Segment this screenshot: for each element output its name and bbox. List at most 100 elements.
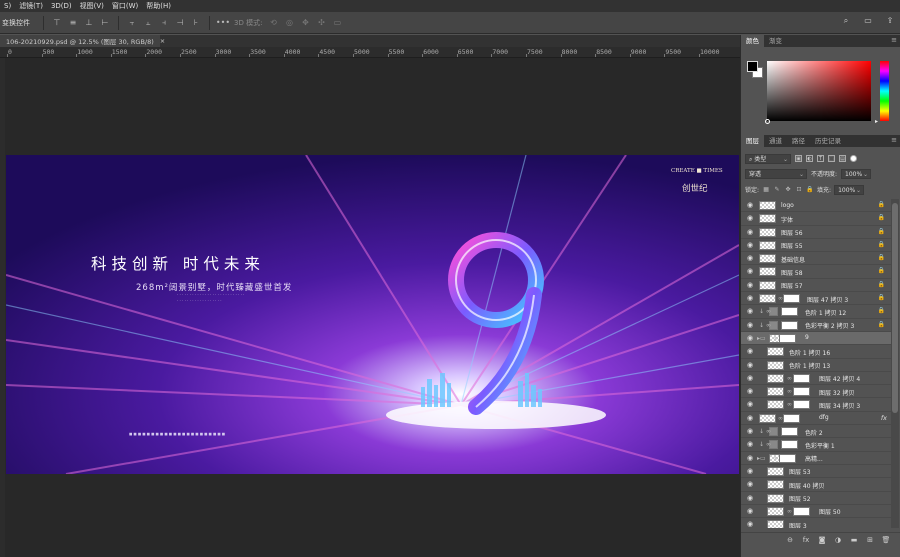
blend-mode-dropdown[interactable]: 穿透 ⌄	[745, 168, 807, 179]
layers-list[interactable]: ◉ logo 🔒 ◉ 字体 🔒 ◉ 图层 56 🔒 ◉ 图层 55 🔒 ◉ 基础信息 🔒 ◉ 图层 58 🔒 ◉ 图层…	[741, 199, 891, 528]
layer-thumbnail[interactable]	[759, 267, 776, 277]
layer-name[interactable]: 基础信息	[781, 255, 805, 264]
tab-paths[interactable]: 路径	[787, 135, 810, 147]
visibility-eye-icon[interactable]: ◉	[747, 374, 753, 382]
layer-mask-thumbnail[interactable]	[793, 373, 810, 383]
layer-row[interactable]: ◉ ↓ ∞ 色阶 1 拷贝 12 🔒	[741, 305, 891, 319]
layer-row[interactable]: ◉ 色阶 1 拷贝 16	[741, 345, 891, 359]
menu-select[interactable]: S)	[4, 2, 11, 10]
add-style-icon[interactable]: fx	[801, 535, 811, 545]
visibility-eye-icon[interactable]: ◉	[747, 414, 753, 422]
visibility-eye-icon[interactable]: ◉	[747, 467, 753, 475]
layer-row[interactable]: ◉ 图层 57 🔒	[741, 278, 891, 293]
share-icon[interactable]: ⇪	[885, 16, 895, 26]
layer-name[interactable]: 色阶 1 拷贝 16	[789, 348, 830, 357]
layer-thumbnail[interactable]	[767, 400, 784, 410]
layer-name[interactable]: 图层 55	[781, 241, 803, 250]
layer-thumbnail[interactable]	[759, 294, 776, 304]
layer-name[interactable]: 图层 40 拷贝	[789, 481, 824, 490]
canvas-area[interactable]: 科技创新 时代未来 268m²阔景别墅，时代臻藏盛世首发 · · · · · ·…	[5, 58, 740, 557]
align-top-icon[interactable]: ⊤	[52, 18, 62, 28]
mask-link-icon[interactable]: ∞	[787, 508, 792, 515]
layer-name[interactable]: 色彩平衡 1	[805, 441, 835, 450]
distribute-bottom-icon[interactable]: ⫞	[159, 18, 169, 28]
layer-mask-thumbnail[interactable]	[783, 294, 800, 304]
fill-input[interactable]: 100% ⌄	[834, 184, 865, 195]
layer-thumbnail[interactable]	[767, 347, 784, 357]
add-mask-icon[interactable]: ◙	[817, 535, 827, 545]
layer-row[interactable]: ◉ 图层 53	[741, 464, 891, 479]
visibility-eye-icon[interactable]: ◉	[747, 507, 753, 515]
visibility-eye-icon[interactable]: ◉	[747, 215, 753, 222]
group-folder-icon[interactable]: ▸▭	[757, 335, 766, 342]
filter-shape-icon[interactable]: ⬚	[828, 155, 835, 162]
layer-row[interactable]: ◉ ∞ 图层 32 拷贝	[741, 385, 891, 399]
visibility-eye-icon[interactable]: ◉	[747, 441, 753, 448]
layer-mask-thumbnail[interactable]	[779, 453, 796, 463]
3d-pan-icon[interactable]: ✥	[300, 18, 310, 28]
horizontal-ruler[interactable]: 0 500 1000 1500 2000 2500 3000 3500 4000 4500 5000…	[0, 47, 740, 58]
align-bottom-icon[interactable]: ⊥	[84, 18, 94, 28]
visibility-eye-icon[interactable]: ◉	[747, 388, 753, 395]
search-icon[interactable]: ⌕	[841, 16, 851, 26]
menu-view[interactable]: 视图(V)	[80, 1, 104, 11]
artwork[interactable]: 科技创新 时代未来 268m²阔景别墅，时代臻藏盛世首发 · · · · · ·…	[6, 155, 739, 474]
layer-thumbnail[interactable]	[759, 214, 776, 224]
visibility-eye-icon[interactable]: ◉	[747, 481, 753, 488]
mask-link-icon[interactable]: ∞	[766, 322, 771, 329]
layer-name[interactable]: 9	[805, 334, 809, 341]
layer-thumbnail[interactable]	[767, 373, 784, 383]
document-tab[interactable]: 106-20210929.psd @ 12.5% (图层 30, RGB/8) …	[0, 35, 165, 47]
more-options-icon[interactable]: •••	[216, 18, 230, 28]
layer-thumbnail[interactable]	[759, 227, 776, 237]
layer-mask-thumbnail[interactable]	[793, 387, 810, 397]
layer-row[interactable]: ◉ 色阶 1 拷贝 13	[741, 358, 891, 372]
hue-slider-handle-icon[interactable]: ▸	[875, 118, 878, 125]
layer-mask-thumbnail[interactable]	[781, 440, 798, 450]
menu-3d[interactable]: 3D(D)	[51, 2, 72, 10]
filter-smart-object-icon[interactable]: ▤	[839, 155, 846, 162]
layer-thumbnail[interactable]	[759, 280, 776, 290]
layer-thumbnail[interactable]	[767, 360, 784, 370]
visibility-eye-icon[interactable]: ◉	[747, 295, 753, 302]
tab-color[interactable]: 颜色	[741, 35, 764, 47]
menu-help[interactable]: 帮助(H)	[146, 1, 171, 11]
visibility-eye-icon[interactable]: ◉	[747, 494, 753, 502]
visibility-eye-icon[interactable]: ◉	[747, 268, 753, 275]
layer-name[interactable]: 图层 52	[789, 494, 811, 503]
visibility-eye-icon[interactable]: ◉	[747, 308, 753, 315]
layer-row[interactable]: ◉ ∞ 图层 50	[741, 504, 891, 519]
layer-row[interactable]: ◉ ∞ dfg fx	[741, 411, 891, 426]
distribute-right-icon[interactable]: ⊦	[191, 18, 201, 28]
layer-mask-thumbnail[interactable]	[781, 307, 798, 317]
close-tab-icon[interactable]: ×	[160, 37, 165, 45]
tab-gradient[interactable]: 渐变	[764, 35, 787, 47]
color-picker-marker[interactable]	[765, 119, 770, 124]
mask-link-icon[interactable]: ∞	[787, 401, 792, 408]
layer-name[interactable]: 图层 32 拷贝	[819, 388, 854, 397]
lock-position-icon[interactable]: ✥	[784, 186, 792, 193]
lock-all-icon[interactable]: 🔒	[806, 186, 814, 193]
visibility-eye-icon[interactable]: ◉	[747, 202, 753, 209]
layer-name[interactable]: logo	[781, 202, 794, 209]
layer-thumbnail[interactable]	[767, 506, 784, 516]
layer-row[interactable]: ◉ ▸▭ ∞ 9	[741, 331, 891, 346]
new-group-icon[interactable]: ▬	[849, 535, 859, 545]
visibility-eye-icon[interactable]: ◉	[747, 428, 753, 435]
layer-name[interactable]: 图层 58	[781, 268, 803, 277]
layer-row[interactable]: ◉ 基础信息 🔒	[741, 252, 891, 266]
layer-effects-icon[interactable]: fx	[881, 414, 887, 422]
layer-thumbnail[interactable]	[767, 480, 784, 490]
layer-row[interactable]: ◉ ∞ 图层 42 拷贝 4	[741, 371, 891, 386]
mask-link-icon[interactable]: ∞	[787, 388, 792, 395]
layer-thumbnail[interactable]	[759, 254, 776, 264]
layer-name[interactable]: 图层 57	[781, 281, 803, 290]
visibility-eye-icon[interactable]: ◉	[747, 281, 753, 289]
layer-mask-thumbnail[interactable]	[781, 320, 798, 330]
distribute-center-icon[interactable]: ⫠	[143, 18, 153, 28]
filter-type-icon[interactable]: T	[817, 155, 824, 162]
layer-mask-thumbnail[interactable]	[781, 427, 798, 437]
layer-row[interactable]: ◉ 图层 55 🔒	[741, 238, 891, 253]
layer-row[interactable]: ◉ 图层 52	[741, 491, 891, 505]
mask-link-icon[interactable]: ∞	[766, 441, 771, 448]
